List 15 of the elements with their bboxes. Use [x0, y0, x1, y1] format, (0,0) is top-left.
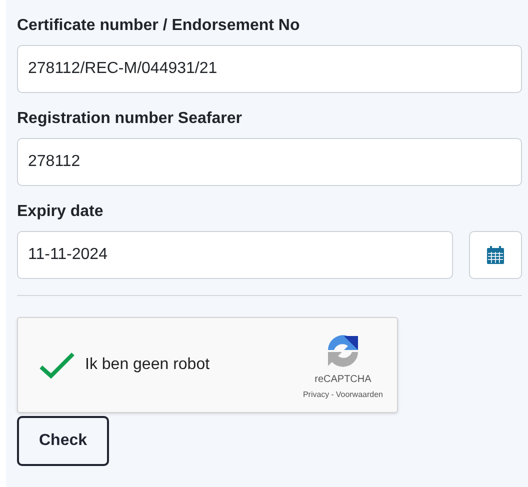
calendar-button[interactable]: [468, 231, 522, 279]
check-button[interactable]: Check: [17, 416, 109, 466]
field-label: Expiry date: [17, 202, 104, 222]
calendar-icon: [486, 246, 504, 264]
field-label: Certificate number / Endorsement No: [17, 16, 301, 36]
recaptcha-brand: reCAPTCHA: [314, 373, 372, 387]
captcha-label: Ik ben geen robot: [85, 355, 210, 375]
link-separator: -: [331, 389, 334, 401]
captcha-checkbox[interactable]: [39, 350, 75, 380]
privacy-link[interactable]: Privacy: [302, 389, 330, 401]
field-label: Registration number Seafarer: [17, 109, 243, 129]
text-field[interactable]: 278112: [17, 138, 522, 186]
date-field[interactable]: 11-11-2024: [17, 231, 453, 279]
terms-link[interactable]: Voorwaarden: [336, 389, 383, 401]
text-field[interactable]: 278112/REC-M/044931/21: [17, 45, 522, 93]
